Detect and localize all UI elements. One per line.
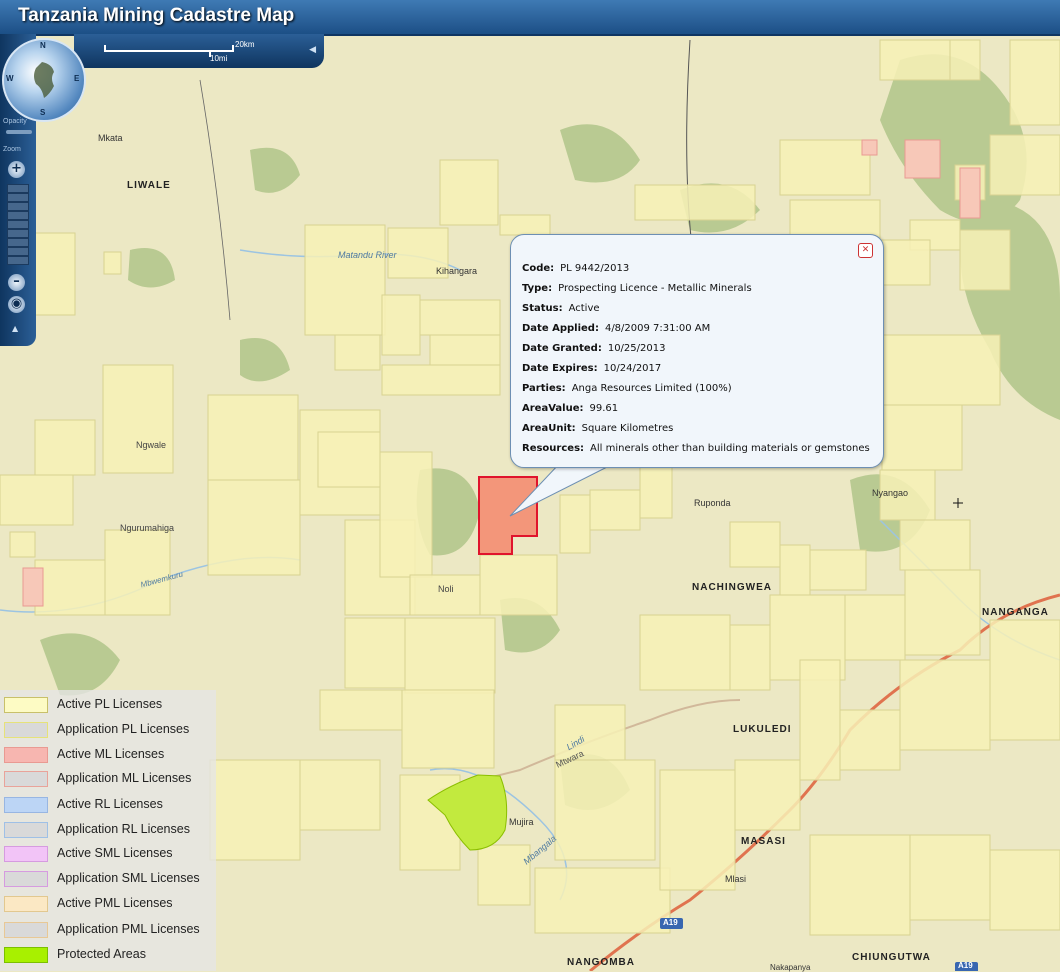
zoom-level-bar[interactable] (7, 229, 29, 238)
place-label: NANGOMBA (567, 957, 635, 968)
close-icon[interactable]: ✕ (858, 243, 873, 258)
legend-swatch (4, 896, 48, 912)
popup-row-area-value: AreaValue: 99.61 (522, 403, 619, 414)
legend-swatch (4, 722, 48, 738)
place-label: NANGANGA (982, 607, 1049, 618)
legend-item: Application RL Licenses (4, 819, 214, 839)
place-label: Mlasi (725, 874, 747, 884)
place-label: LIWALE (127, 180, 171, 191)
legend-item: Active RL Licenses (4, 794, 214, 814)
compass-east[interactable]: E (74, 74, 79, 83)
legend-swatch (4, 822, 48, 838)
zoom-level-bar[interactable] (7, 193, 29, 202)
zoom-level-bar[interactable] (7, 247, 29, 256)
popup-row-date-expires: Date Expires: 10/24/2017 (522, 363, 662, 374)
zoom-level-bar[interactable] (7, 184, 29, 193)
legend-swatch (4, 797, 48, 813)
legend-item: Application PL Licenses (4, 719, 214, 739)
scale-line (104, 50, 234, 52)
zoom-level-bar[interactable] (7, 220, 29, 229)
legend-item: Application SML Licenses (4, 868, 214, 888)
license-info-popup: ✕ Code: PL 9442/2013 Type: Prospecting Lic… (510, 234, 884, 468)
place-label: Mkata (98, 133, 123, 143)
opacity-slider[interactable] (6, 130, 32, 134)
legend-item: Protected Areas (4, 944, 214, 964)
legend-swatch (4, 747, 48, 763)
place-label: Ngurumahiga (120, 523, 175, 533)
place-label: Mujira (509, 817, 534, 827)
place-label: Kihangara (436, 266, 478, 276)
popup-row-status: Status: Active (522, 303, 600, 314)
legend-item: Active PL Licenses (4, 694, 214, 714)
legend-swatch (4, 697, 48, 713)
scale-tick (104, 45, 106, 52)
zoom-in-button[interactable]: + (8, 161, 25, 178)
title-bar: Tanzania Mining Cadastre Map (0, 0, 1060, 36)
opacity-label: Opacity (3, 118, 27, 125)
scale-km-label: 20km (235, 40, 255, 49)
place-label: CHIUNGUTWA (852, 952, 931, 963)
popup-row-date-granted: Date Granted: 10/25/2013 (522, 343, 666, 354)
zoom-level-bar[interactable] (7, 202, 29, 211)
legend-swatch (4, 947, 48, 963)
place-label: Noli (438, 584, 454, 594)
legend-swatch (4, 846, 48, 862)
app-title: Tanzania Mining Cadastre Map (18, 5, 295, 26)
zoom-out-button[interactable]: – (8, 274, 25, 291)
globe-icon (34, 62, 54, 98)
place-label: LUKULEDI (733, 724, 792, 735)
place-label: Nyangao (872, 488, 909, 498)
compass-south[interactable]: S (40, 108, 45, 117)
legend-item: Active PML Licenses (4, 893, 214, 913)
legend-swatch (4, 771, 48, 787)
popup-row-area-unit: AreaUnit: Square Kilometres (522, 423, 674, 434)
collapse-arrow-icon[interactable]: ◀ (309, 45, 316, 55)
map-legend: Active PL Licenses Application PL Licens… (0, 690, 216, 971)
popup-row-resources: Resources: All minerals other than buildi… (522, 443, 870, 454)
popup-row-code: Code: PL 9442/2013 (522, 263, 630, 274)
legend-item: Active ML Licenses (4, 744, 214, 764)
zoom-level-bar[interactable] (7, 256, 29, 265)
place-label: Matandu River (338, 250, 397, 260)
legend-item: Application ML Licenses (4, 768, 214, 788)
legend-swatch (4, 922, 48, 938)
compass-pan-control[interactable]: N S E W (2, 38, 86, 122)
legend-swatch (4, 871, 48, 887)
compass-west[interactable]: W (6, 74, 14, 83)
popup-row-parties: Parties: Anga Resources Limited (100%) (522, 383, 732, 394)
compass-north[interactable]: N (40, 41, 46, 50)
collapse-up-icon[interactable]: ▲ (12, 324, 18, 333)
scale-tick (232, 45, 234, 52)
globe-icon[interactable]: ◉ (8, 296, 25, 313)
scale-mi-label: 10mi (210, 54, 228, 63)
place-label: Ruponda (694, 498, 731, 508)
popup-row-date-applied: Date Applied: 4/8/2009 7:31:00 AM (522, 323, 711, 334)
zoom-level-bar[interactable] (7, 211, 29, 220)
zoom-label: Zoom (3, 146, 21, 153)
place-label: MASASI (741, 836, 786, 847)
popup-row-type: Type: Prospecting Licence - Metallic Mine… (522, 283, 752, 294)
place-label: NACHINGWEA (692, 582, 772, 593)
legend-item: Active SML Licenses (4, 843, 214, 863)
place-label: Ngwale (136, 440, 167, 450)
place-label: A19 (958, 961, 973, 970)
scale-bar: 20km 10mi ◀ (74, 34, 324, 68)
zoom-level-bar[interactable] (7, 238, 29, 247)
legend-item: Application PML Licenses (4, 919, 214, 939)
place-label: A19 (663, 918, 678, 927)
